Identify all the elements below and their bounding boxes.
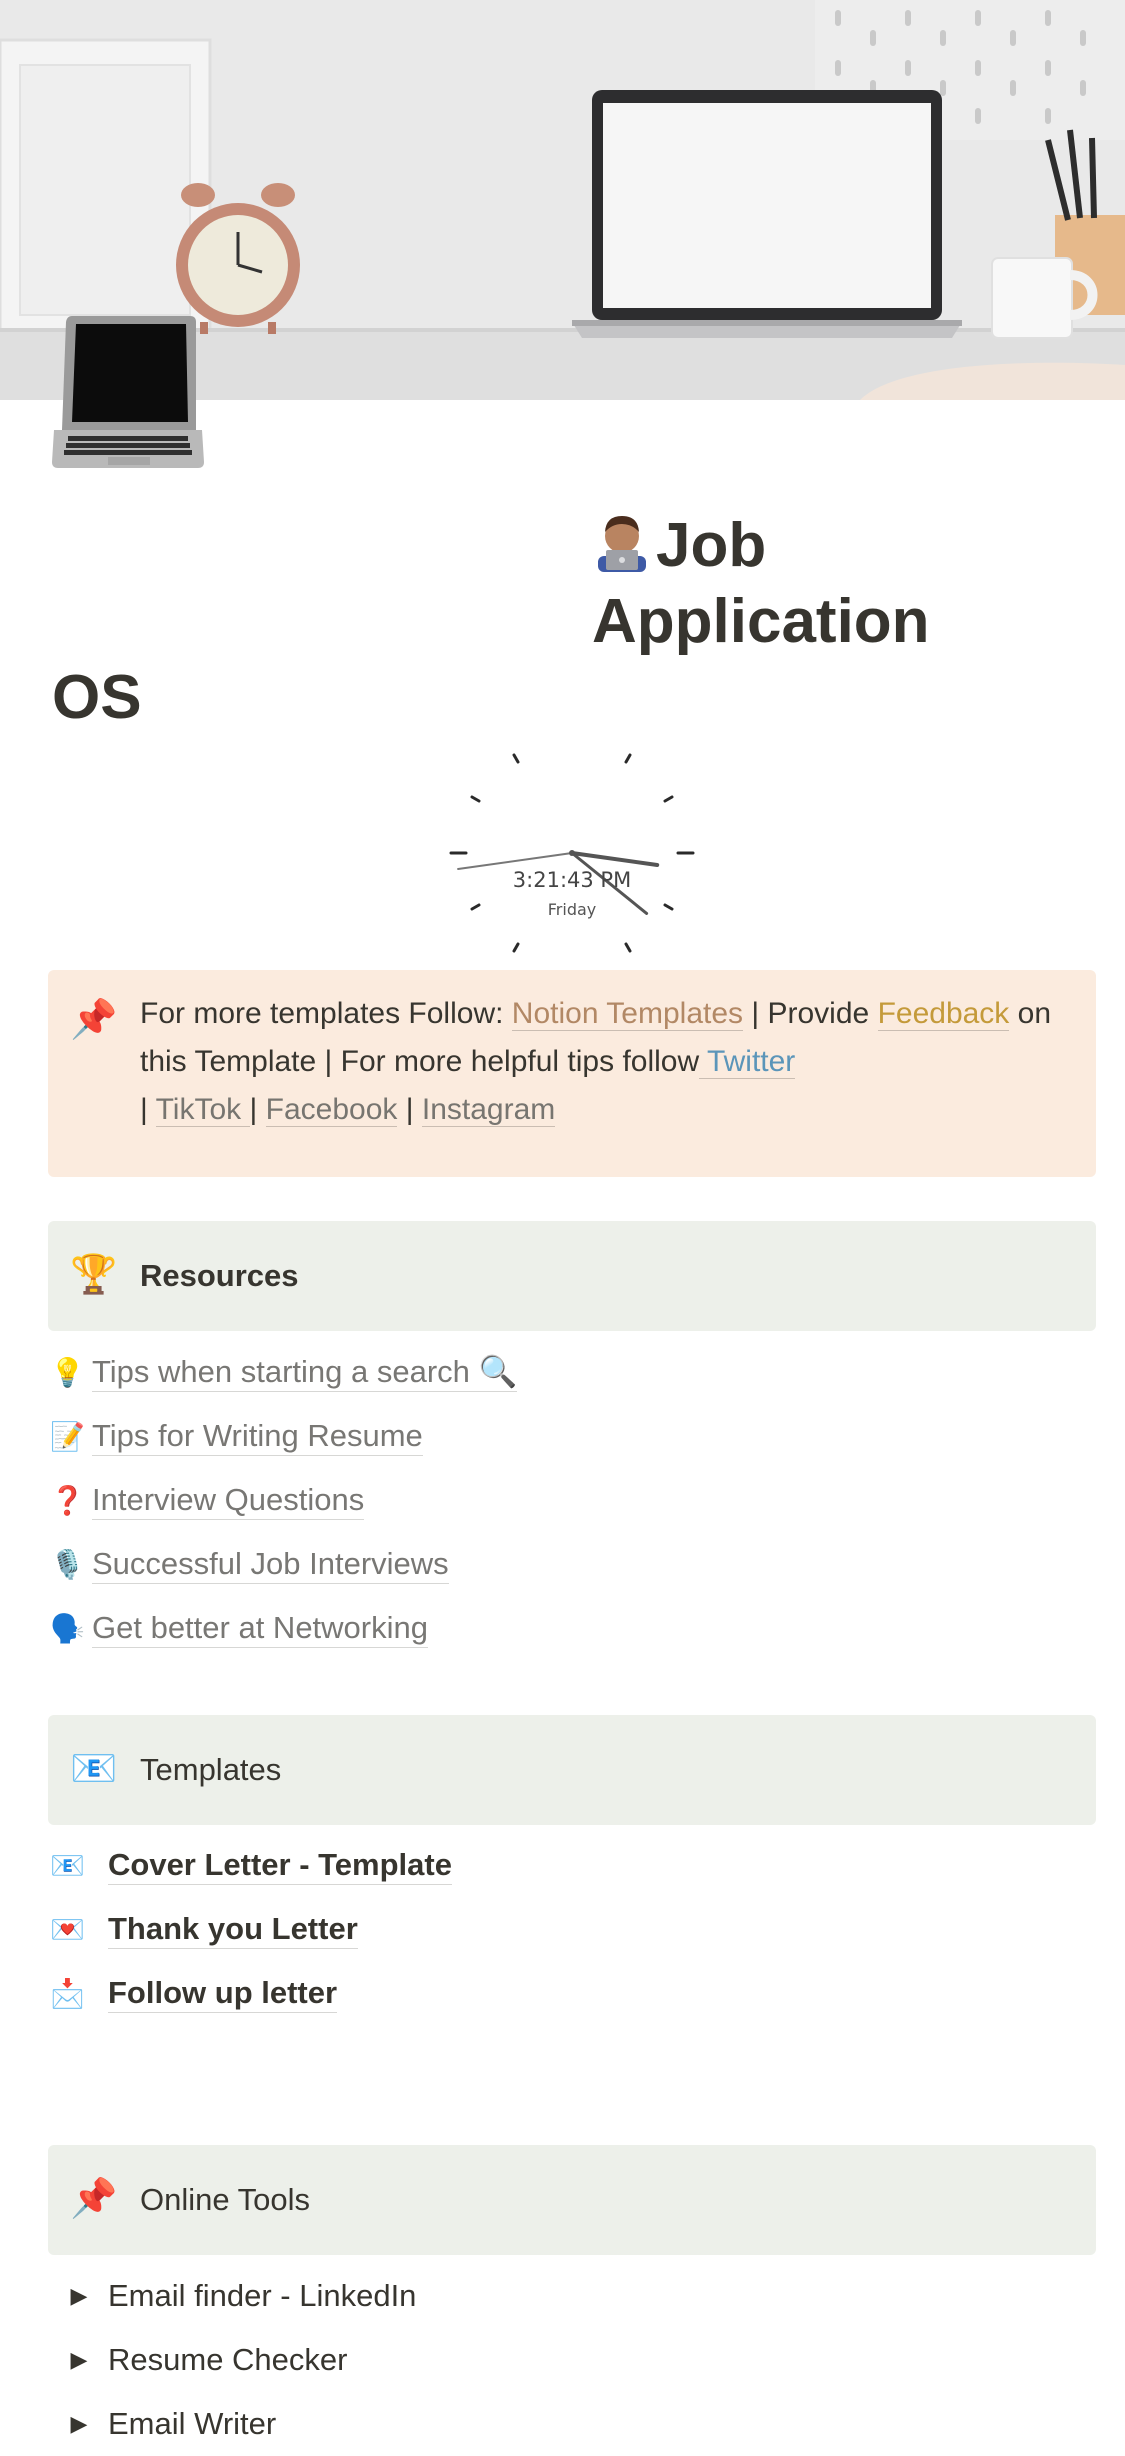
resource-item-resume-tips[interactable]: 📝 Tips for Writing Resume: [50, 1404, 517, 1468]
toggle-label: Email Writer: [108, 2406, 277, 2441]
resource-item-label: Tips when starting a search 🔍: [92, 1353, 518, 1392]
microphone-icon: 🎙️: [50, 1548, 85, 1580]
toggle-triangle-icon[interactable]: ▶: [50, 2411, 108, 2437]
template-item-thank-you-letter[interactable]: 💌 Thank you Letter: [50, 1897, 452, 1961]
clock-day-text: Friday: [547, 900, 597, 919]
toggle-triangle-icon[interactable]: ▶: [50, 2283, 108, 2309]
speaking-head-icon: 🗣️: [50, 1612, 85, 1644]
question-mark-icon: ❓: [50, 1484, 85, 1516]
info-text-1: For more templates Follow:: [140, 997, 512, 1030]
info-callout: 📌 For more templates Follow: Notion Temp…: [48, 970, 1096, 1177]
resource-item-label: Get better at Networking: [92, 1609, 428, 1648]
resource-item-label: Interview Questions: [92, 1481, 365, 1520]
templates-heading: Templates: [140, 1752, 282, 1787]
second-hand: [457, 852, 573, 870]
memo-icon: 📝: [50, 1420, 85, 1452]
info-sep-1: |: [140, 1093, 156, 1126]
page-title[interactable]: Job Application OS: [52, 508, 1082, 736]
link-feedback[interactable]: Feedback: [877, 997, 1010, 1031]
toggle-resume-checker[interactable]: ▶ Resume Checker: [50, 2328, 416, 2392]
clock-time-text: 3:21:43 PM: [512, 868, 632, 892]
toggle-email-finder[interactable]: ▶ Email finder - LinkedIn: [50, 2264, 417, 2328]
pushpin-icon: 📌: [70, 2178, 118, 2220]
lightbulb-icon: 💡: [50, 1356, 85, 1388]
template-item-label: Follow up letter: [108, 1974, 338, 2013]
laptop-icon: [52, 316, 204, 468]
technologist-emoji-icon: [592, 512, 652, 572]
online-tools-callout: 📌 Online Tools: [48, 2145, 1096, 2255]
info-callout-text: For more templates Follow: Notion Templa…: [140, 990, 1060, 1134]
info-sep-2: |: [249, 1093, 266, 1126]
love-letter-icon: 💌: [50, 1913, 85, 1945]
template-item-label: Thank you Letter: [108, 1910, 358, 1949]
info-text-2: | Provide: [743, 997, 878, 1030]
link-twitter[interactable]: Twitter: [699, 1045, 796, 1079]
template-item-cover-letter[interactable]: 📧 Cover Letter - Template: [50, 1833, 452, 1897]
resource-item-label: Tips for Writing Resume: [92, 1417, 423, 1456]
resource-item-networking[interactable]: 🗣️ Get better at Networking: [50, 1596, 517, 1660]
toggle-label: Resume Checker: [108, 2342, 348, 2377]
pushpin-icon: 📌: [70, 999, 118, 1041]
resources-list: 💡 Tips when starting a search 🔍 📝 Tips f…: [50, 1340, 518, 1660]
online-tools-list: ▶ Email finder - LinkedIn ▶ Resume Check…: [50, 2264, 417, 2456]
templates-callout: 📧 Templates: [48, 1715, 1096, 1825]
resources-callout: 🏆 Resources: [48, 1221, 1096, 1331]
page-icon-laptop[interactable]: [50, 312, 206, 472]
template-item-label: Cover Letter - Template: [108, 1846, 452, 1885]
resources-heading: Resources: [140, 1258, 299, 1293]
envelope-icon: 📧: [50, 1849, 85, 1881]
resource-item-search-tips[interactable]: 💡 Tips when starting a search 🔍: [50, 1340, 518, 1404]
templates-list: 📧 Cover Letter - Template 💌 Thank you Le…: [50, 1833, 452, 2025]
clock-widget: 3:21:43 PM Friday: [444, 748, 700, 958]
envelope-icon: 📧: [70, 1748, 118, 1790]
template-item-follow-up-letter[interactable]: 📩 Follow up letter: [50, 1961, 452, 2025]
toggle-email-writer[interactable]: ▶ Email Writer: [50, 2392, 416, 2456]
link-instagram[interactable]: Instagram: [421, 1093, 556, 1127]
link-notion-templates[interactable]: Notion Templates: [511, 997, 744, 1031]
page-title-line2: OS: [52, 663, 142, 732]
info-sep-3: |: [397, 1093, 422, 1126]
toggle-triangle-icon[interactable]: ▶: [50, 2347, 108, 2373]
link-facebook[interactable]: Facebook: [265, 1093, 398, 1127]
resource-item-interview-questions[interactable]: ❓ Interview Questions: [50, 1468, 517, 1532]
toggle-label: Email finder - LinkedIn: [108, 2278, 417, 2313]
analog-clock-face: [449, 753, 695, 953]
resource-item-job-interviews[interactable]: 🎙️ Successful Job Interviews: [50, 1532, 517, 1596]
envelope-arrow-icon: 📩: [50, 1977, 85, 2009]
resource-item-label: Successful Job Interviews: [92, 1545, 449, 1584]
link-tiktok[interactable]: TikTok: [155, 1093, 250, 1127]
trophy-icon: 🏆: [70, 1254, 118, 1296]
online-tools-heading: Online Tools: [140, 2182, 311, 2217]
